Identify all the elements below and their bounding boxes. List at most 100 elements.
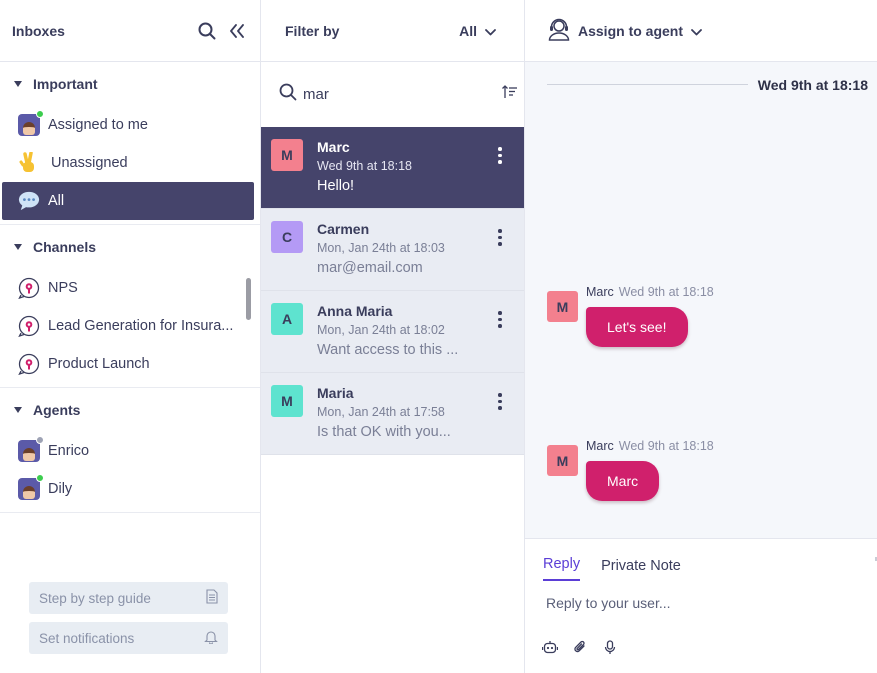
agent-avatar-icon [18, 436, 44, 462]
conversation-time: Mon, Jan 24th at 18:03 [317, 241, 445, 255]
filter-label: Filter by [285, 22, 340, 39]
message-preview: Want access to this ... [317, 342, 459, 358]
set-notifications-button[interactable]: Set notifications [29, 622, 228, 654]
sort-icon[interactable] [502, 85, 518, 104]
message-preview: Is that OK with you... [317, 424, 451, 440]
microphone-icon[interactable] [602, 639, 618, 655]
chat-panel: Assign to agent Wed 9th at 18:18 M Marc W… [525, 0, 877, 673]
bell-icon [204, 629, 218, 647]
filter-dropdown[interactable]: All [459, 23, 496, 39]
sidebar-item-label: Product Launch [48, 356, 150, 372]
sidebar-item-label: Enrico [48, 443, 90, 459]
section-important: Important Assigned to me Unassigned All [0, 62, 260, 225]
reply-input[interactable] [546, 595, 856, 611]
section-toggle-agents[interactable]: Agents [0, 388, 260, 432]
contact-name: Marc [317, 139, 350, 155]
conversation-item[interactable]: M Marc Wed 9th at 18:18 Hello! [261, 127, 524, 209]
sidebar-item-product-launch[interactable]: Product Launch [2, 345, 254, 383]
sidebar-item-all[interactable]: All [2, 182, 254, 220]
bot-icon[interactable] [542, 639, 558, 655]
section-label: Agents [33, 402, 81, 418]
caret-down-icon [14, 407, 22, 413]
conversation-list: Filter by All M Marc Wed 9th at 18:18 He… [261, 0, 525, 673]
filter-header: Filter by All [261, 0, 524, 62]
conversation-item[interactable]: M Maria Mon, Jan 24th at 17:58 Is that O… [261, 373, 524, 455]
contact-avatar: M [271, 139, 303, 171]
message-preview: Hello! [317, 178, 355, 194]
conversation-item[interactable]: C Carmen Mon, Jan 24th at 18:03 mar@emai… [261, 209, 524, 291]
message-bubble: Let's see! [586, 307, 688, 347]
step-by-step-guide-button[interactable]: Step by step guide [29, 582, 228, 614]
document-icon [206, 589, 218, 607]
search-icon[interactable] [196, 20, 218, 42]
section-label: Important [33, 76, 98, 92]
channel-chat-icon [18, 353, 40, 375]
chevron-down-icon [691, 23, 702, 39]
victory-hand-icon [18, 152, 40, 174]
assign-to-agent-button[interactable]: Assign to agent [525, 0, 877, 62]
online-status-icon [36, 474, 44, 482]
more-options-icon[interactable] [498, 393, 502, 410]
sidebar-item-dily[interactable]: Dily [2, 470, 254, 508]
chat-message: M Marc Wed 9th at 18:18 Let's see! [547, 285, 714, 347]
headset-agent-icon [547, 17, 571, 44]
contact-name: Maria [317, 385, 354, 401]
message-time: Wed 9th at 18:18 [618, 285, 714, 299]
message-preview: mar@email.com [317, 260, 423, 276]
caret-down-icon [14, 244, 22, 250]
message-avatar: M [547, 445, 578, 476]
sidebar-item-label: Dily [48, 481, 73, 497]
contact-avatar: A [271, 303, 303, 335]
sidebar-item-label: Unassigned [51, 155, 128, 171]
collapse-sidebar-icon[interactable] [226, 20, 248, 42]
agent-avatar-icon [18, 110, 44, 136]
sidebar-scrollbar[interactable] [246, 278, 251, 320]
filter-value: All [459, 22, 477, 39]
more-options-icon[interactable] [498, 229, 502, 246]
contact-avatar: C [271, 221, 303, 253]
tab-private-note[interactable]: Private Note [601, 558, 681, 581]
guide-label: Step by step guide [39, 590, 151, 606]
sidebar-item-label: All [48, 193, 65, 209]
message-avatar: M [547, 291, 578, 322]
conversation-item[interactable]: A Anna Maria Mon, Jan 24th at 18:02 Want… [261, 291, 524, 373]
date-divider-line [547, 84, 748, 85]
sidebar-item-label: Lead Generation for Insura... [48, 318, 234, 334]
channel-chat-icon [18, 277, 40, 299]
section-agents: Agents Enrico Dily [0, 388, 260, 513]
contact-name: Carmen [317, 221, 370, 237]
conversation-time: Wed 9th at 18:18 [317, 159, 412, 173]
section-toggle-important[interactable]: Important [0, 62, 260, 106]
sidebar-item-label: Assigned to me [48, 117, 148, 133]
channel-chat-icon [18, 315, 40, 337]
online-status-icon [36, 110, 44, 118]
section-toggle-channels[interactable]: Channels [0, 225, 260, 269]
message-author: Marc [586, 439, 614, 453]
sidebar-item-enrico[interactable]: Enrico [2, 432, 254, 470]
search-input[interactable] [303, 86, 502, 103]
composer-toolbar [542, 639, 618, 655]
sidebar-item-unassigned[interactable]: Unassigned [2, 144, 254, 182]
search-icon [279, 83, 297, 106]
conversation-time: Mon, Jan 24th at 17:58 [317, 405, 445, 419]
reply-composer: Reply Private Note [525, 538, 877, 673]
more-options-icon[interactable] [498, 311, 502, 328]
sidebar-item-lead-generation[interactable]: Lead Generation for Insura... [2, 307, 254, 345]
sidebar-item-assigned-to-me[interactable]: Assigned to me [2, 106, 254, 144]
tab-reply[interactable]: Reply [543, 556, 581, 581]
paperclip-icon[interactable] [572, 639, 588, 655]
caret-down-icon [14, 81, 22, 87]
conversation-time: Mon, Jan 24th at 18:02 [317, 323, 445, 337]
chevron-down-icon [485, 23, 496, 39]
contact-name: Anna Maria [317, 303, 393, 319]
sidebar-item-nps[interactable]: NPS [2, 269, 254, 307]
agent-avatar-icon [18, 474, 44, 500]
assign-label: Assign to agent [578, 22, 684, 39]
date-separator: Wed 9th at 18:18 [757, 77, 868, 93]
message-author: Marc [586, 285, 614, 299]
more-options-icon[interactable] [498, 147, 502, 164]
contact-avatar: M [271, 385, 303, 417]
offline-status-icon [36, 436, 44, 444]
speech-bubble-icon [18, 190, 40, 212]
section-label: Channels [33, 239, 97, 255]
